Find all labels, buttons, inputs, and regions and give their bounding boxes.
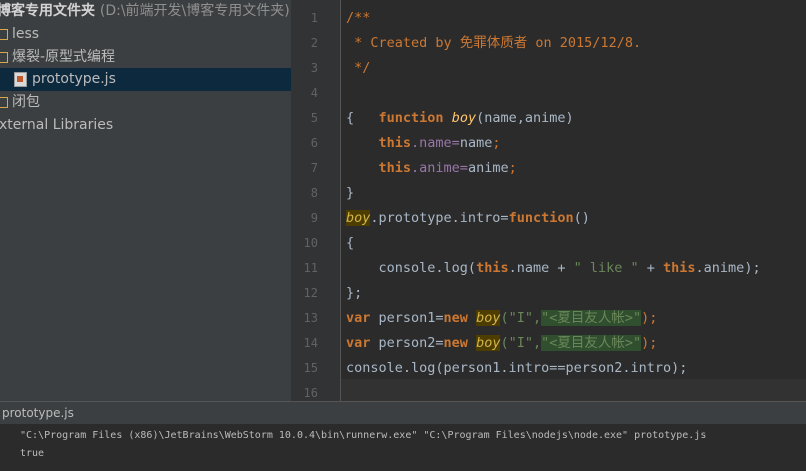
line-number: 13	[303, 311, 318, 325]
line-number: 6	[310, 136, 318, 150]
js-file-icon	[14, 71, 27, 87]
keyword: function	[378, 110, 444, 126]
current-line-highlight	[341, 379, 806, 401]
function-name: boy	[451, 110, 477, 126]
args: ("I",	[500, 310, 542, 326]
code-line-2: * Created by 免罪体质者 on 2015/12/8.	[346, 35, 642, 51]
run-tab-bar: prototype.js	[0, 401, 806, 424]
keyword: var	[346, 335, 371, 351]
keyword: new	[443, 335, 468, 351]
property: .anime=	[411, 160, 468, 176]
code-line-4: function boy(name,anime)	[346, 81, 574, 126]
run-console[interactable]: "C:\Program Files (x86)\JetBrains\WebSto…	[0, 424, 806, 471]
code-editor[interactable]: /** * Created by 免罪体质者 on 2015/12/8. */ …	[341, 0, 806, 401]
console-command: "C:\Program Files (x86)\JetBrains\WebSto…	[20, 430, 707, 441]
line-number: 8	[310, 186, 318, 200]
folder-icon	[0, 96, 8, 108]
code-line-11: console.log(this.name + " like " + this.…	[346, 256, 761, 281]
code-line-1: /**	[346, 10, 371, 26]
code-line-5: {	[346, 110, 355, 126]
line-number: 14	[303, 336, 318, 350]
code-line-6: this.name=name;	[346, 131, 501, 156]
property-chain: .prototype.intro=	[370, 210, 509, 226]
code-line-10: {	[346, 235, 355, 251]
value: name	[459, 135, 493, 151]
string: "<夏目友人帐>"	[541, 310, 642, 326]
code-line-13: var person1=new boy("I","<夏目友人帐>");	[346, 306, 657, 331]
run-tab-prototype-js[interactable]: prototype.js	[2, 402, 74, 424]
expr: +	[638, 260, 664, 276]
tree-item-label: xternal Libraries	[0, 117, 114, 133]
keyword: this	[378, 135, 412, 151]
console-output: true	[20, 448, 45, 459]
punct: );	[641, 310, 658, 326]
keyword: this	[663, 260, 696, 276]
property: .name=	[411, 135, 460, 151]
code-line-7: this.anime=anime;	[346, 156, 517, 181]
line-number: 12	[303, 286, 318, 300]
line-number: 4	[310, 86, 318, 100]
parens: ()	[573, 210, 590, 226]
keyword: var	[346, 310, 371, 326]
call: console.log(	[378, 260, 477, 276]
string: "<夏目友人帐>"	[541, 335, 642, 351]
line-number: 11	[303, 261, 318, 275]
punct: ;	[508, 160, 517, 176]
project-root-name: 博客专用文件夹	[0, 3, 95, 19]
tree-item-closure[interactable]: 闭包	[0, 91, 40, 114]
line-number: 1	[310, 11, 318, 25]
keyword: function	[508, 210, 574, 226]
var-decl: person2=	[370, 335, 444, 351]
line-number: 3	[310, 61, 318, 75]
project-root-path: (D:\前端开发\博客专用文件夹)	[99, 3, 290, 19]
keyword: new	[443, 310, 468, 326]
usage-highlight: boy	[476, 335, 501, 351]
line-number: 15	[303, 361, 318, 375]
tree-item-prototype-folder[interactable]: 爆裂-原型式编程	[0, 46, 115, 69]
code-line-15: console.log(person1.intro==person2.intro…	[346, 360, 688, 376]
code-line-8: }	[346, 185, 355, 201]
folder-icon	[0, 28, 8, 40]
code-line-12: };	[346, 285, 363, 301]
project-root[interactable]: 博客专用文件夹 (D:\前端开发\博客专用文件夹)	[0, 0, 290, 23]
code-line-14: var person2=new boy("I","<夏目友人帐>");	[346, 331, 657, 356]
tree-item-less[interactable]: less	[0, 23, 39, 46]
keyword: this	[476, 260, 509, 276]
line-number: 7	[310, 161, 318, 175]
line-number: 2	[310, 36, 318, 50]
expr: .name +	[508, 260, 574, 276]
tree-item-label: prototype.js	[32, 71, 116, 87]
tree-item-label: 闭包	[12, 94, 40, 110]
folder-icon	[0, 51, 8, 63]
args: ("I",	[500, 335, 542, 351]
code-line-3: */	[346, 60, 371, 76]
var-decl: person1=	[370, 310, 444, 326]
usage-highlight: boy	[346, 210, 371, 226]
usage-highlight: boy	[476, 310, 501, 326]
punct: );	[641, 335, 658, 351]
tree-item-label: less	[12, 26, 40, 42]
line-number: 5	[310, 111, 318, 125]
code-line-9: boy.prototype.intro=function()	[346, 206, 590, 231]
tree-item-label: 爆裂-原型式编程	[12, 49, 116, 65]
value: anime	[467, 160, 509, 176]
line-number: 9	[310, 211, 318, 225]
keyword: this	[378, 160, 412, 176]
tree-item-external-libraries[interactable]: xternal Libraries	[0, 114, 113, 137]
line-number-gutter: 1 2 3 4 5 6 7 8 9 10 11 12 13 14 15 16	[291, 0, 341, 401]
expr: .anime);	[695, 260, 761, 276]
tree-item-prototype-js[interactable]: prototype.js	[0, 68, 291, 91]
project-tree: 博客专用文件夹 (D:\前端开发\博客专用文件夹) less 爆裂-原型式编程 …	[0, 0, 291, 401]
punct: ;	[492, 135, 501, 151]
params: (name,anime)	[476, 110, 574, 126]
string: " like "	[573, 260, 639, 276]
line-number: 10	[303, 236, 318, 250]
